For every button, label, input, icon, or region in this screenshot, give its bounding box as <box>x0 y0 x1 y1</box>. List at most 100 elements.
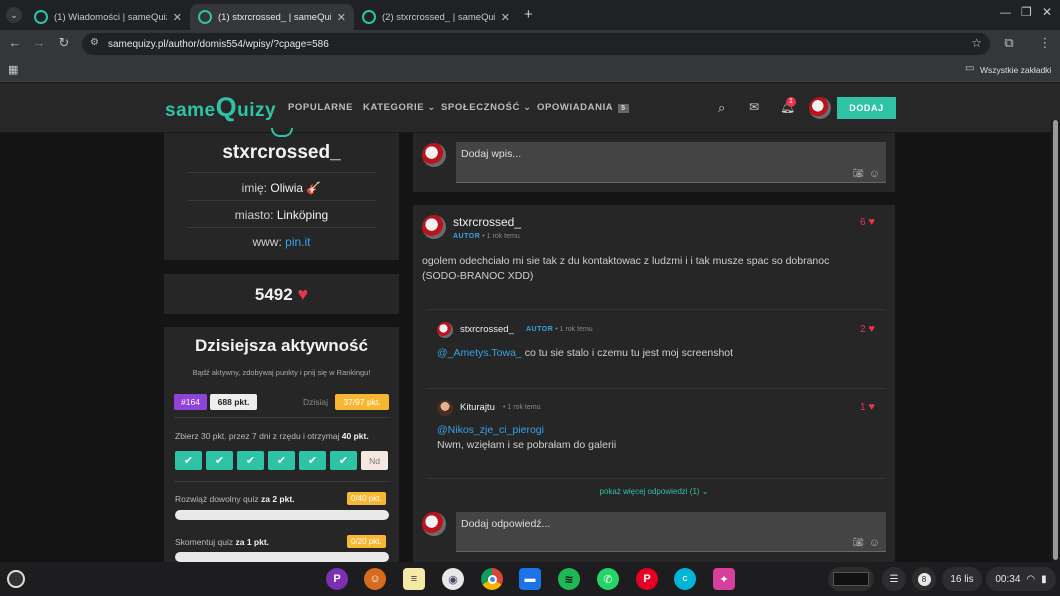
profile-city-row: miasto: Linköping <box>234 208 329 222</box>
profile-www-link[interactable]: pin.it <box>285 235 310 249</box>
close-tab-icon[interactable]: ✕ <box>173 11 182 24</box>
site-logo[interactable]: sameQuizy <box>165 92 276 123</box>
activity-subtitle: Bądź aktywny, zdobywaj punkty i pnij się… <box>192 368 371 377</box>
author-badge: AUTOR <box>526 326 554 333</box>
url-field[interactable]: ⚙ samequizy.pl/author/domis554/wpisy/?cp… <box>82 33 990 55</box>
add-button[interactable]: DODAJ <box>837 97 896 119</box>
reply-input[interactable]: Dodaj odpowiedź... 📷︎ ☺ <box>456 512 886 552</box>
reply-author-name[interactable]: Kiturajtu <box>460 402 495 413</box>
emoji-icon[interactable]: ☺ <box>869 168 880 180</box>
nav-community[interactable]: SPOŁECZNOŚĆ ⌄ <box>441 102 532 113</box>
camera-icon[interactable]: 📷︎ <box>853 168 864 179</box>
back-icon[interactable]: ← <box>6 35 24 50</box>
mention-link[interactable]: @Nikos_zje_ci_pierogi <box>437 424 544 436</box>
profile-divider <box>188 200 376 201</box>
tab-profile-active[interactable]: (1) stxrcrossed_ | sameQuizy ✕ <box>190 4 354 30</box>
extensions-icon[interactable]: ⧉ <box>1000 35 1018 51</box>
browser-tab-bar: ⌄ (1) Wiadomości | sameQuizy ✕ (1) stxrc… <box>0 0 1060 30</box>
rank-badge: #164 <box>174 394 207 410</box>
nav-stories[interactable]: OPOWIADANIA 5 <box>537 102 629 113</box>
viewer-app-icon[interactable]: ◉ <box>442 568 464 590</box>
reply-likes[interactable]: 2 ♥ <box>860 323 875 335</box>
files-app-icon[interactable]: ▬ <box>519 568 541 590</box>
profile-name-row: imię: Oliwia 🎸 <box>241 181 322 195</box>
activity-title: Dzisiejsza aktywność <box>195 336 368 355</box>
profile-www-row: www: pin.it <box>252 235 311 249</box>
streak-text: Zbierz 30 pkt. przez 7 dni z rzędu i otr… <box>175 431 369 441</box>
media-preview-button[interactable] <box>828 567 874 591</box>
nav-categories[interactable]: KATEGORIE ⌄ <box>363 102 436 113</box>
minimize-icon[interactable]: — <box>1000 7 1011 19</box>
notifications-tray-button[interactable]: 8 <box>912 567 936 591</box>
tab-profile-second[interactable]: (2) stxrcrossed_ | sameQuizy ✕ <box>354 4 518 30</box>
streak-day-sunday: Nd <box>361 451 388 470</box>
chrome-app-icon[interactable] <box>481 568 503 590</box>
notes-app-icon[interactable]: ≡ <box>403 568 425 590</box>
mail-icon[interactable]: ✉ <box>749 100 759 114</box>
forward-icon[interactable]: → <box>30 35 48 50</box>
spotify-app-icon[interactable]: ≋ <box>558 568 580 590</box>
new-tab-icon[interactable]: + <box>524 6 533 23</box>
game-app-icon[interactable]: ☺ <box>364 568 386 590</box>
menu-icon[interactable]: ⋮ <box>1036 35 1054 51</box>
heart-icon: ♥ <box>868 216 875 228</box>
search-icon[interactable]: ⌕ <box>718 100 725 116</box>
samequizy-favicon-icon <box>362 10 376 24</box>
clipboard-button[interactable]: ☰ <box>882 567 906 591</box>
close-tab-icon[interactable]: ✕ <box>501 11 510 24</box>
launcher-icon[interactable] <box>7 570 25 588</box>
reply-meta: • 1 rok temu <box>503 404 541 411</box>
post-author-avatar[interactable] <box>422 215 446 239</box>
video-preview-icon <box>833 572 869 586</box>
reply-avatar[interactable] <box>437 400 453 416</box>
show-more-replies-link[interactable]: pokaż więcej odpowiedzi (1) ⌄ <box>413 487 895 496</box>
task-comment-quiz-progress <box>175 552 389 562</box>
reply-author-name[interactable]: stxrcrossed_ <box>460 324 514 335</box>
picsart-app-icon[interactable]: P <box>326 568 348 590</box>
canva-app-icon[interactable]: C <box>674 568 696 590</box>
scrollbar-thumb[interactable] <box>1053 120 1058 560</box>
tab-messages[interactable]: (1) Wiadomości | sameQuizy ✕ <box>26 4 190 30</box>
task-solve-quiz-badge: 0/40 pkt. <box>347 492 386 505</box>
mention-link[interactable]: @_Ametys.Towa_ <box>437 347 522 359</box>
tab-search-icon[interactable]: ⌄ <box>6 7 22 23</box>
pinterest-app-icon[interactable]: P <box>636 568 658 590</box>
site-info-icon[interactable]: ⚙ <box>90 37 99 48</box>
clipboard-icon: ☰ <box>889 573 899 585</box>
author-badge: AUTOR <box>453 233 481 240</box>
task-comment-quiz-badge: 0/20 pkt. <box>347 535 386 548</box>
bookmarks-bar: ▦ ▭ Wszystkie zakładki <box>0 58 1060 82</box>
status-tray-button[interactable]: 00:34 ◠ ▮ <box>986 567 1056 591</box>
emoji-icon[interactable]: ☺ <box>869 537 880 549</box>
post-likes[interactable]: 6 ♥ <box>860 216 875 228</box>
hearts-total: 5492 ♥ <box>254 284 309 304</box>
post-input[interactable]: Dodaj wpis... 📷︎ ☺ <box>456 142 886 183</box>
page-scrollbar[interactable] <box>1051 120 1060 562</box>
all-bookmarks-link[interactable]: Wszystkie zakładki <box>980 65 1051 75</box>
profile-divider <box>188 227 376 228</box>
close-window-icon[interactable]: ✕ <box>1042 5 1052 19</box>
post-meta: AUTOR • 1 rok temu <box>453 233 520 240</box>
reply-likes[interactable]: 1 ♥ <box>860 401 875 413</box>
bookmark-star-icon[interactable]: ☆ <box>971 36 982 50</box>
composer-avatar <box>422 143 446 167</box>
post-text: ogolem odechciało mi sie tak z du kontak… <box>422 255 830 282</box>
photo-app-icon[interactable]: ✦ <box>713 568 735 590</box>
whatsapp-app-icon[interactable]: ✆ <box>597 568 619 590</box>
date-tray-button[interactable]: 16 lis <box>942 567 982 591</box>
reply-avatar[interactable] <box>437 322 453 338</box>
points-badge: 688 pkt. <box>210 394 257 410</box>
post-author-name[interactable]: stxrcrossed_ <box>453 215 521 229</box>
streak-day-1-check-icon: ✔ <box>175 451 202 470</box>
close-tab-icon[interactable]: ✕ <box>337 11 346 24</box>
reload-icon[interactable]: ↻ <box>55 35 73 51</box>
camera-icon[interactable]: 📷︎ <box>853 537 864 548</box>
notification-count-badge: 1 <box>786 97 796 107</box>
user-avatar[interactable] <box>809 97 831 119</box>
reply-divider <box>427 309 885 310</box>
apps-grid-icon[interactable]: ▦ <box>8 63 18 76</box>
profile-username: stxrcrossed_ <box>222 142 341 163</box>
today-label: Dzisiaj <box>303 397 329 407</box>
nav-popular[interactable]: POPULARNE <box>288 102 353 113</box>
maximize-icon[interactable]: ❐ <box>1021 5 1032 19</box>
